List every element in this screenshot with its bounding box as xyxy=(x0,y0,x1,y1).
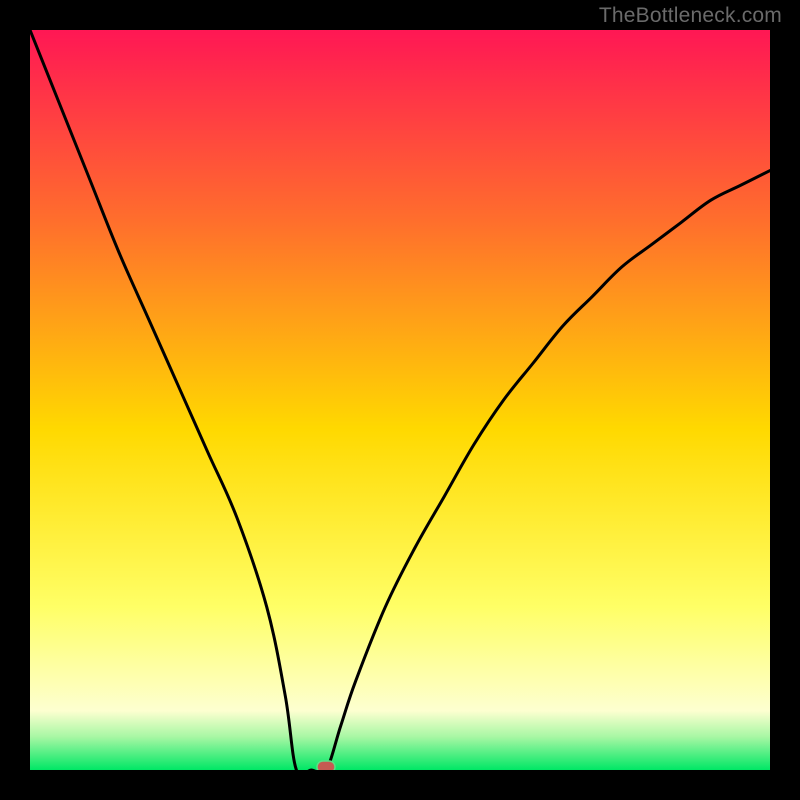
optimal-marker xyxy=(317,761,335,770)
watermark-text: TheBottleneck.com xyxy=(599,4,782,28)
chart-frame: TheBottleneck.com xyxy=(0,0,800,800)
plot-area xyxy=(30,30,770,770)
gradient-background xyxy=(30,30,770,770)
plot-svg xyxy=(30,30,770,770)
